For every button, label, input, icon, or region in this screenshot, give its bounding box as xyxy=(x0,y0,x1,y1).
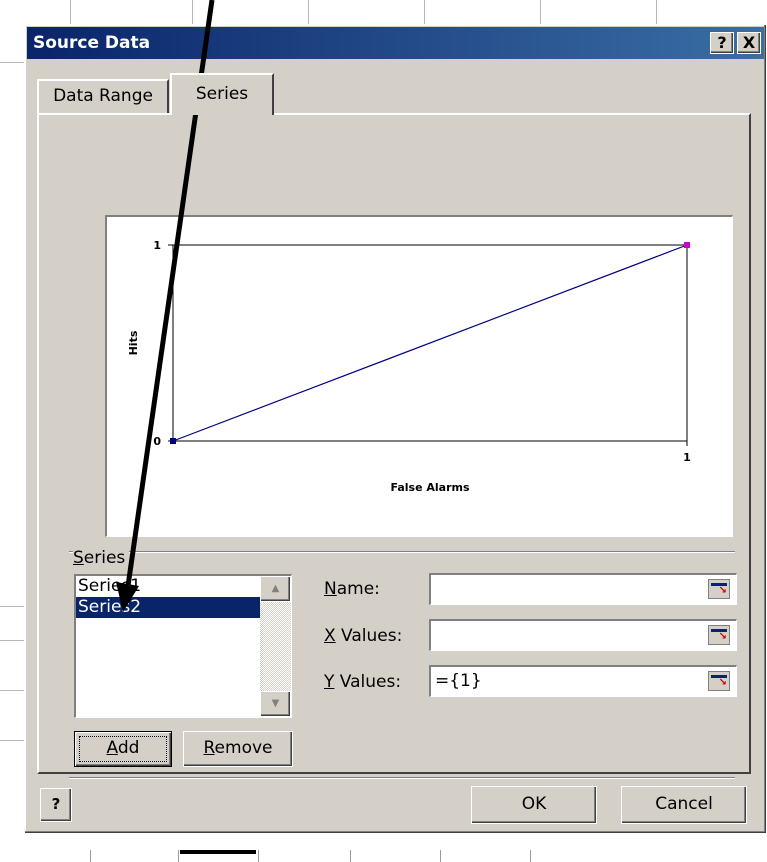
add-button[interactable]: Add xyxy=(74,731,172,767)
y-values-label-accel: Y xyxy=(324,672,335,692)
y-values-label: Y Values: xyxy=(324,672,401,692)
source-data-dialog: Source Data ? X Data Range Series 0 1 1 Fal… xyxy=(24,24,767,834)
add-button-focus xyxy=(79,736,167,762)
scroll-up-button[interactable]: ▲ xyxy=(260,576,291,602)
sheet-gridline xyxy=(192,0,193,24)
series-label-accel: S xyxy=(73,548,84,568)
sheet-tab-active[interactable] xyxy=(180,850,256,854)
sheet-gridline xyxy=(0,640,26,641)
separator-bottom xyxy=(69,777,735,779)
sheet-gridline xyxy=(0,690,26,691)
sheet-tab-divider xyxy=(530,850,531,862)
y-values-field[interactable]: ={1} ↘ xyxy=(429,665,737,697)
name-label-text: ame: xyxy=(336,579,380,599)
sheet-gridline xyxy=(0,740,26,741)
sheet-gridline xyxy=(0,606,26,607)
sheet-gridline xyxy=(424,0,425,24)
sheet-tab-bar xyxy=(0,834,767,862)
name-label: Name: xyxy=(324,579,380,599)
sheet-side-text: ms xyxy=(0,268,2,292)
series-label: Series xyxy=(73,548,130,568)
ok-button[interactable]: OK xyxy=(471,786,597,824)
separator-top xyxy=(69,551,735,553)
help-question-icon[interactable]: ? xyxy=(40,788,72,822)
x-values-label: X Values: xyxy=(324,626,402,646)
remove-button-accel: R xyxy=(203,738,215,758)
series-line xyxy=(172,244,688,442)
sheet-gridline xyxy=(308,0,309,24)
x-axis-title: False Alarms xyxy=(390,481,469,494)
sheet-tab-divider xyxy=(178,850,179,862)
sheet-gridline xyxy=(70,0,71,24)
data-point xyxy=(170,438,176,444)
y-values-label-text: Values: xyxy=(334,672,402,692)
dialog-title: Source Data xyxy=(33,33,151,53)
x-values-field[interactable]: ↘ xyxy=(429,619,737,651)
series-list-item-selected[interactable]: Series2 xyxy=(76,597,262,618)
series-tab-panel: 0 1 1 False Alarms Hits Series Series1 Serie… xyxy=(37,113,751,779)
tab-series[interactable]: Series xyxy=(170,73,274,115)
series-listbox[interactable]: Series1 Series2 ▲ ▼ xyxy=(74,574,292,718)
series-scrollbar[interactable]: ▲ ▼ xyxy=(260,576,291,717)
sheet-tab-divider xyxy=(90,850,91,862)
y-axis-title: Hits xyxy=(127,330,140,355)
collapse-dialog-icon[interactable]: ↘ xyxy=(708,579,730,599)
y-values-field-value: ={1} xyxy=(435,671,482,691)
sheet-gridline xyxy=(540,0,541,24)
sheet-tab-divider xyxy=(258,850,259,862)
close-button[interactable]: X xyxy=(737,32,761,54)
name-label-accel: N xyxy=(324,579,337,599)
data-point xyxy=(684,242,690,248)
x-values-label-text: Values: xyxy=(335,626,403,646)
remove-button-label: emove xyxy=(214,738,273,758)
sheet-tab-divider xyxy=(440,850,441,862)
y-tick-label: 0 xyxy=(153,435,161,448)
scroll-down-button[interactable]: ▼ xyxy=(260,691,291,717)
remove-button[interactable]: Remove xyxy=(183,731,293,767)
x-values-label-accel: X xyxy=(324,626,336,646)
series-list-item[interactable]: Series1 xyxy=(76,576,262,597)
collapse-dialog-icon[interactable]: ↘ xyxy=(708,625,730,645)
sheet-gridline xyxy=(0,62,26,63)
x-tick-label: 1 xyxy=(683,451,691,464)
collapse-dialog-icon[interactable]: ↘ xyxy=(708,671,730,691)
name-field[interactable]: ↘ xyxy=(429,573,737,605)
cancel-button[interactable]: Cancel xyxy=(621,786,747,824)
title-bar[interactable]: Source Data ? X xyxy=(27,27,764,59)
tab-data-range[interactable]: Data Range xyxy=(37,79,169,113)
sheet-tab-divider xyxy=(350,850,351,862)
sheet-gridline xyxy=(656,0,657,24)
series-label-text: eries xyxy=(83,548,126,568)
title-help-button[interactable]: ? xyxy=(710,32,734,54)
chart-preview-svg: 0 1 1 False Alarms Hits xyxy=(127,239,691,494)
y-tick-label: 1 xyxy=(153,239,161,252)
chart-preview: 0 1 1 False Alarms Hits xyxy=(105,215,733,537)
